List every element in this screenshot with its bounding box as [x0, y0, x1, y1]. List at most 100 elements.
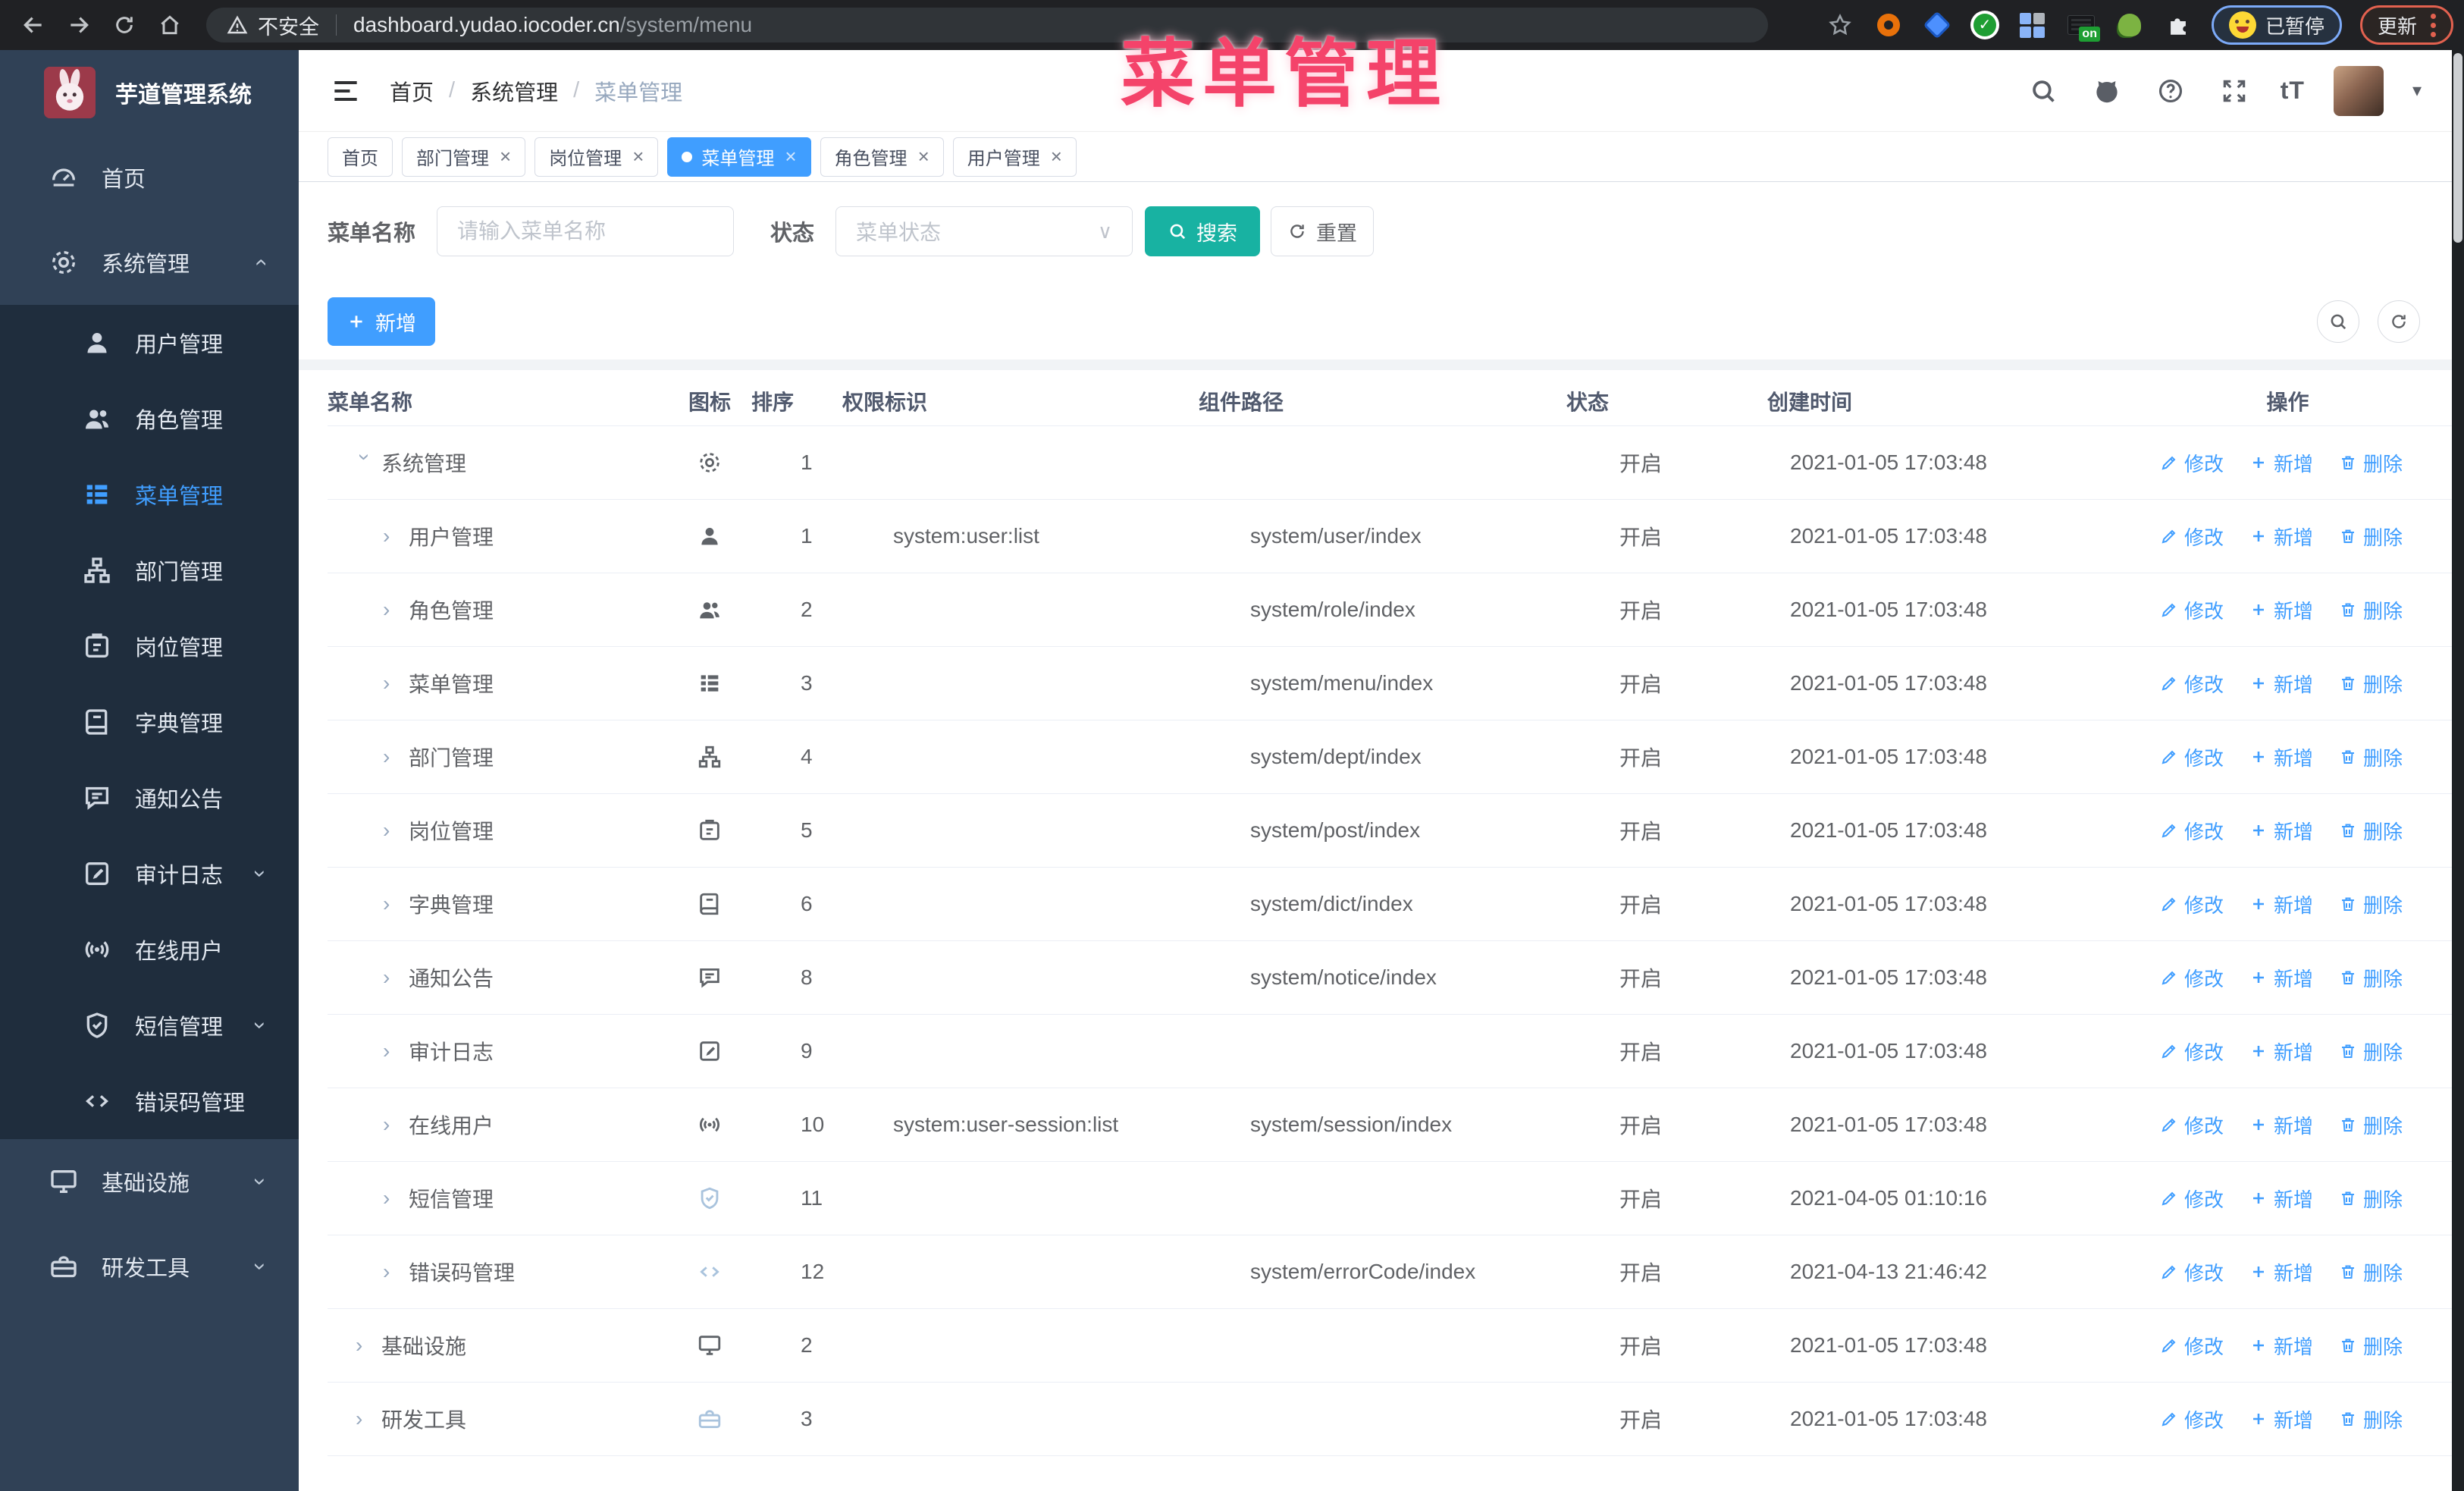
close-tab-icon[interactable]: ×: [500, 145, 511, 168]
breadcrumb-home[interactable]: 首页: [390, 75, 434, 107]
delete-row-button[interactable]: 删除: [2339, 670, 2403, 698]
breadcrumb-system[interactable]: 系统管理: [470, 75, 558, 107]
delete-row-button[interactable]: 删除: [2339, 964, 2403, 992]
sidebar-item-online[interactable]: 在线用户: [0, 912, 299, 987]
app-logo-row[interactable]: 芋道管理系统: [0, 50, 299, 135]
sidebar-item-menu[interactable]: 菜单管理: [0, 457, 299, 532]
browser-menu-icon[interactable]: [2426, 13, 2436, 37]
delete-row-button[interactable]: 删除: [2339, 449, 2403, 477]
page-tab[interactable]: 菜单管理 ×: [667, 137, 811, 177]
edit-row-button[interactable]: 修改: [2160, 670, 2224, 698]
expand-row-icon[interactable]: ›: [383, 599, 401, 620]
page-tab[interactable]: 岗位管理 ×: [534, 137, 659, 177]
browser-reload-button[interactable]: [108, 8, 141, 42]
edit-row-button[interactable]: 修改: [2160, 1405, 2224, 1433]
page-tab[interactable]: 用户管理 ×: [952, 137, 1077, 177]
close-tab-icon[interactable]: ×: [785, 145, 796, 168]
extension-gem-icon[interactable]: [1922, 10, 1952, 40]
expand-row-icon[interactable]: ›: [383, 893, 401, 915]
delete-row-button[interactable]: 删除: [2339, 1258, 2403, 1286]
close-tab-icon[interactable]: ×: [918, 145, 929, 168]
delete-row-button[interactable]: 删除: [2339, 1405, 2403, 1433]
expand-row-icon[interactable]: ›: [383, 967, 401, 988]
extension-switch-icon[interactable]: on: [2066, 10, 2100, 42]
add-child-button[interactable]: 新增: [2249, 743, 2313, 771]
expand-row-icon[interactable]: ›: [383, 673, 401, 694]
add-child-button[interactable]: 新增: [2249, 1258, 2313, 1286]
expand-row-icon[interactable]: ›: [383, 746, 401, 767]
toggle-search-button[interactable]: [2317, 300, 2359, 343]
edit-row-button[interactable]: 修改: [2160, 1332, 2224, 1360]
expand-row-icon[interactable]: ›: [353, 454, 377, 472]
sidebar-item-dashboard[interactable]: 首页: [0, 135, 299, 220]
page-tab[interactable]: 角色管理 ×: [820, 137, 944, 177]
add-button[interactable]: 新增: [328, 297, 435, 346]
delete-row-button[interactable]: 删除: [2339, 523, 2403, 551]
extensions-puzzle-icon[interactable]: [2163, 10, 2193, 40]
expand-row-icon[interactable]: ›: [383, 1041, 401, 1062]
sidebar-item-dict[interactable]: 字典管理: [0, 684, 299, 760]
menu-name-input[interactable]: [437, 206, 735, 256]
fullscreen-icon[interactable]: [2217, 74, 2252, 108]
scrollbar-thumb[interactable]: [2453, 53, 2462, 243]
edit-row-button[interactable]: 修改: [2160, 1185, 2224, 1213]
browser-update-button[interactable]: 更新: [2359, 5, 2453, 45]
close-tab-icon[interactable]: ×: [1051, 145, 1062, 168]
sidebar-item-user[interactable]: 用户管理: [0, 305, 299, 381]
edit-row-button[interactable]: 修改: [2160, 449, 2224, 477]
edit-row-button[interactable]: 修改: [2160, 964, 2224, 992]
sidebar-item-message[interactable]: 通知公告: [0, 760, 299, 836]
page-tab[interactable]: 首页: [328, 137, 393, 177]
font-size-icon[interactable]: tT: [2281, 77, 2305, 105]
delete-row-button[interactable]: 删除: [2339, 817, 2403, 845]
expand-row-icon[interactable]: ›: [383, 1114, 401, 1135]
collapse-sidebar-icon[interactable]: [329, 74, 362, 108]
expand-row-icon[interactable]: ›: [356, 1335, 374, 1356]
status-select[interactable]: 菜单状态 ∨: [835, 206, 1133, 256]
add-child-button[interactable]: 新增: [2249, 1332, 2313, 1360]
sidebar-item-post[interactable]: 岗位管理: [0, 608, 299, 684]
add-child-button[interactable]: 新增: [2249, 890, 2313, 918]
refresh-table-button[interactable]: [2378, 300, 2420, 343]
sidebar-item-shield[interactable]: 短信管理 ›: [0, 987, 299, 1063]
extension-check-icon[interactable]: ✓: [1970, 11, 1999, 39]
delete-row-button[interactable]: 删除: [2339, 1037, 2403, 1066]
sidebar-item-gear[interactable]: 系统管理 ›: [0, 220, 299, 305]
edit-row-button[interactable]: 修改: [2160, 1258, 2224, 1286]
sidebar-item-monitor[interactable]: 基础设施 ›: [0, 1139, 299, 1224]
address-bar[interactable]: 不安全 dashboard.yudao.iocoder.cn /system/m…: [206, 8, 1768, 42]
delete-row-button[interactable]: 删除: [2339, 1111, 2403, 1139]
browser-home-button[interactable]: [153, 8, 187, 42]
edit-row-button[interactable]: 修改: [2160, 743, 2224, 771]
sidebar-item-tree[interactable]: 部门管理: [0, 532, 299, 608]
add-child-button[interactable]: 新增: [2249, 523, 2313, 551]
extension-green-icon[interactable]: [2114, 10, 2145, 40]
help-icon[interactable]: [2153, 74, 2188, 108]
add-child-button[interactable]: 新增: [2249, 1037, 2313, 1066]
sidebar-item-users[interactable]: 角色管理: [0, 381, 299, 457]
delete-row-button[interactable]: 删除: [2339, 1185, 2403, 1213]
expand-row-icon[interactable]: ›: [383, 1188, 401, 1209]
add-child-button[interactable]: 新增: [2249, 670, 2313, 698]
sidebar-item-log[interactable]: 审计日志 ›: [0, 836, 299, 912]
add-child-button[interactable]: 新增: [2249, 817, 2313, 845]
add-child-button[interactable]: 新增: [2249, 1405, 2313, 1433]
add-child-button[interactable]: 新增: [2249, 596, 2313, 624]
edit-row-button[interactable]: 修改: [2160, 817, 2224, 845]
sidebar-item-toolbox[interactable]: 研发工具 ›: [0, 1224, 299, 1309]
add-child-button[interactable]: 新增: [2249, 964, 2313, 992]
add-child-button[interactable]: 新增: [2249, 1185, 2313, 1213]
reset-button[interactable]: 重置: [1271, 206, 1375, 256]
profile-paused-badge[interactable]: 已暂停: [2211, 5, 2342, 45]
extension-donut-icon[interactable]: [1873, 10, 1904, 40]
chevron-down-icon[interactable]: ▾: [2412, 80, 2422, 102]
expand-row-icon[interactable]: ›: [356, 1408, 374, 1430]
user-avatar[interactable]: [2333, 65, 2384, 116]
edit-row-button[interactable]: 修改: [2160, 523, 2224, 551]
page-tab[interactable]: 部门管理 ×: [402, 137, 526, 177]
delete-row-button[interactable]: 删除: [2339, 890, 2403, 918]
delete-row-button[interactable]: 删除: [2339, 596, 2403, 624]
delete-row-button[interactable]: 删除: [2339, 1332, 2403, 1360]
sidebar-item-code[interactable]: 错误码管理: [0, 1063, 299, 1139]
expand-row-icon[interactable]: ›: [383, 1261, 401, 1282]
